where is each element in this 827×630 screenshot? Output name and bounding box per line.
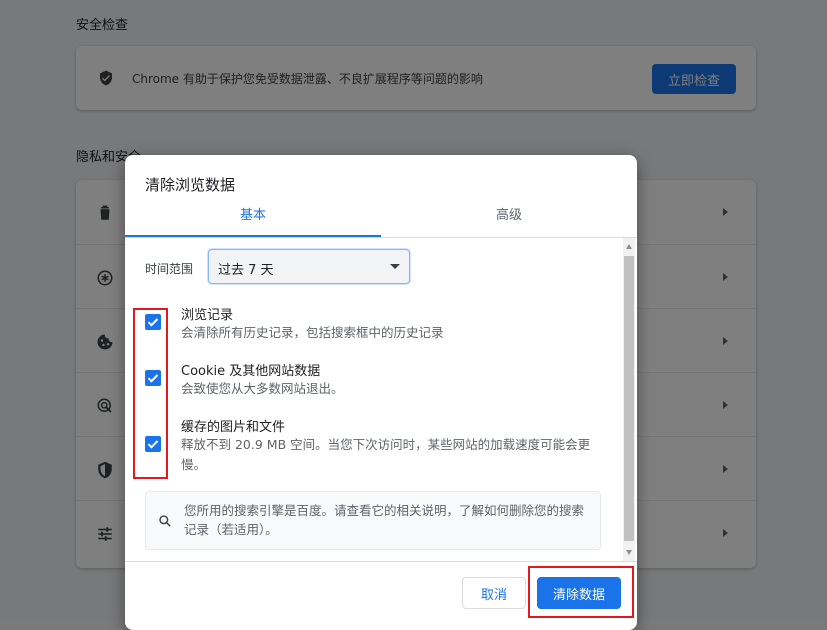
checkbox-highlight-box [133,308,168,479]
option-title: 浏览记录 [181,308,234,323]
time-range-value: 过去 7 天 [218,263,274,278]
option-browsing-history[interactable]: 浏览记录 会清除所有历史记录，包括搜索框中的历史记录 [125,304,620,354]
option-description: 会清除所有历史记录，包括搜索框中的历史记录 [181,325,444,340]
option-title: Cookie 及其他网站数据 [181,364,321,379]
dialog-title: 清除浏览数据 [145,176,236,194]
footer-divider [125,561,637,562]
search-engine-note: 您所用的搜索引擎是百度。请查看它的相关说明，了解如何删除您的搜索记录（若适用）。 [145,491,601,550]
clear-browsing-data-dialog: 清除浏览数据 基本 高级 时间范围 过去 7 天 浏览记录 会清除所有历史记录，… [125,155,637,630]
option-description: 释放不到 20.9 MB 空间。当您下次访问时，某些网站的加载速度可能会更慢。 [181,437,591,472]
option-cache[interactable]: 缓存的图片和文件 释放不到 20.9 MB 空间。当您下次访问时，某些网站的加载… [125,416,620,478]
search-icon [159,515,171,527]
time-range-label: 时间范围 [145,262,194,276]
scrollbar-thumb[interactable] [624,256,634,541]
dialog-scroll-area[interactable]: 时间范围 过去 7 天 浏览记录 会清除所有历史记录，包括搜索框中的历史记录 C… [125,238,637,561]
dropdown-arrow-icon [390,264,400,269]
scrollbar[interactable] [623,238,635,561]
option-description: 会致使您从大多数网站退出。 [181,381,344,396]
scroll-up-arrow-icon[interactable] [626,244,632,249]
clear-button-highlight-box [528,566,634,618]
cancel-button[interactable]: 取消 [462,577,526,609]
tab-advanced[interactable]: 高级 [381,203,637,237]
search-note-text: 您所用的搜索引擎是百度。请查看它的相关说明，了解如何删除您的搜索记录（若适用）。 [184,503,585,537]
option-cookies[interactable]: Cookie 及其他网站数据 会致使您从大多数网站退出。 [125,360,620,410]
scroll-down-arrow-icon[interactable] [626,550,632,555]
option-title: 缓存的图片和文件 [181,420,286,435]
time-range-select[interactable]: 过去 7 天 [208,249,410,284]
tab-basic[interactable]: 基本 [125,203,381,237]
